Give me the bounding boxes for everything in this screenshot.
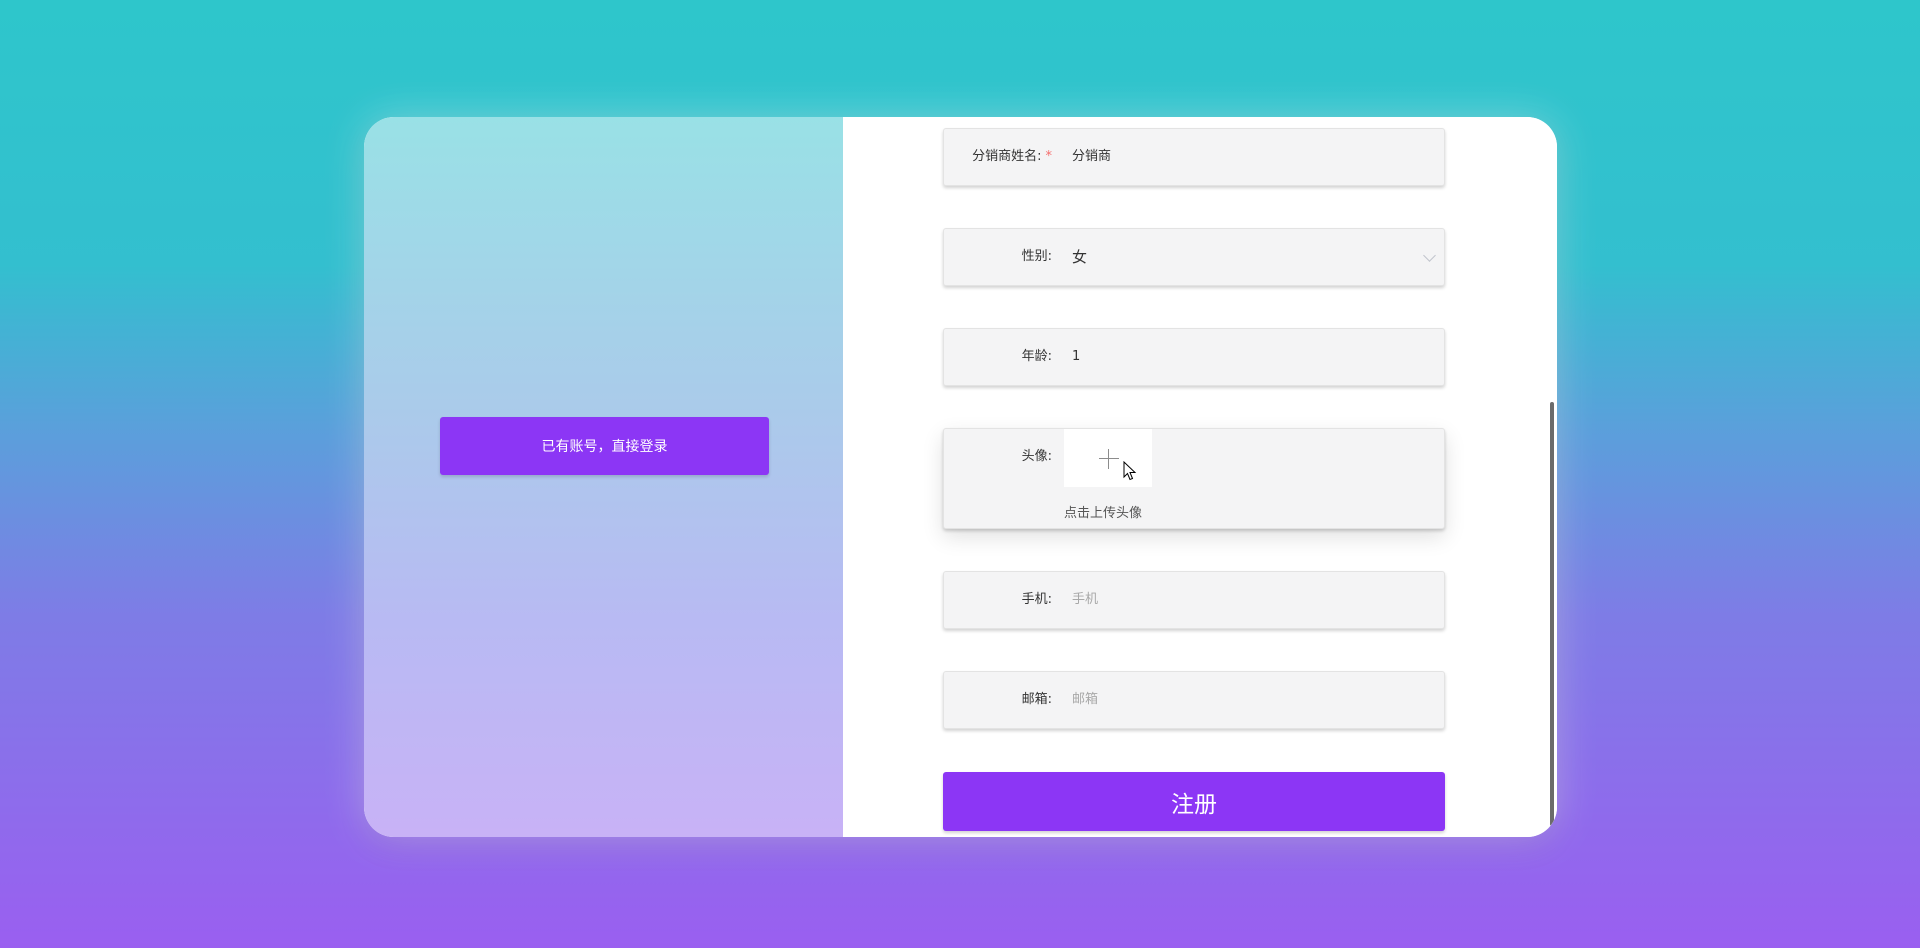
chevron-down-icon[interactable] [1423,249,1436,262]
age-input[interactable] [1072,329,1412,385]
register-form: 分销商姓名:* 性别: 女 年龄: 头像: 点击上传头像 手机: [843,117,1557,837]
left-panel: 已有账号，直接登录 [364,117,843,837]
avatar-uploader[interactable] [1064,429,1152,487]
upload-hint: 点击上传头像 [1064,506,1143,521]
scrollbar[interactable] [1550,402,1554,826]
gender-value: 女 [1072,248,1088,266]
age-field: 年龄: [943,328,1445,386]
avatar-label: 头像: [1021,449,1052,464]
login-button[interactable]: 已有账号，直接登录 [440,417,769,475]
plus-icon-vertical [1108,449,1109,469]
required-mark: * [1045,149,1053,164]
mouse-cursor-icon [1123,461,1137,481]
phone-input[interactable] [1072,572,1412,628]
email-label: 邮箱: [1021,692,1052,707]
gender-select[interactable]: 性别: 女 [943,228,1445,286]
age-label: 年龄: [1021,349,1052,364]
email-field: 邮箱: [943,671,1445,729]
email-input[interactable] [1072,672,1412,728]
name-field: 分销商姓名: * [943,128,1445,186]
plus-icon [1099,458,1119,459]
register-button[interactable]: 注册 [943,772,1445,831]
name-input[interactable] [1072,129,1412,185]
phone-label: 手机: [1021,592,1052,607]
avatar-field: 头像: 点击上传头像 [943,428,1445,529]
gender-label: 性别: [1021,249,1052,264]
phone-field: 手机: [943,571,1445,629]
register-card: 已有账号，直接登录 分销商姓名:* 性别: 女 年龄: 头像: 点击上传 [364,117,1557,837]
name-label: 分销商姓名: * [972,149,1053,164]
